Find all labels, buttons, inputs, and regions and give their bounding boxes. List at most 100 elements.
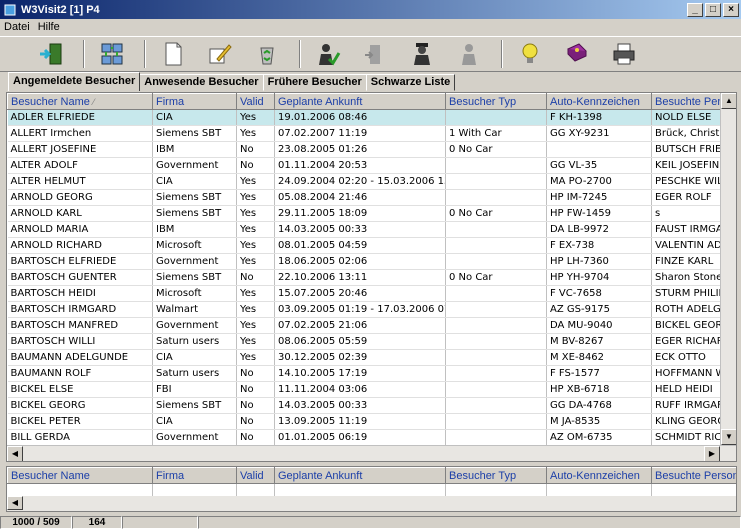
scroll-up-arrow-icon[interactable]: ▲ [721, 93, 736, 109]
status-fill-cell [198, 516, 741, 529]
table-cell: Yes [236, 173, 275, 190]
col-besucher-name[interactable]: Besucher Name ⁄ [7, 93, 153, 110]
table-cell: FBI [152, 381, 237, 398]
help-button[interactable] [509, 38, 550, 70]
table-cell: BICKEL GEORG [7, 397, 153, 414]
table-row[interactable]: BAUMANN ADELGUNDE CIA Yes 30.12.2005 02:39 M… [7, 349, 736, 366]
table-cell: No [236, 413, 275, 430]
table-cell: Yes [236, 333, 275, 350]
table-cell [445, 333, 547, 350]
col-firma[interactable]: Firma [152, 93, 237, 110]
table-row[interactable]: BAUMANN ROLF Saturn users No 14.10.2005 17:… [7, 365, 736, 382]
table-cell: BARTOSCH HEIDI [7, 285, 153, 302]
table-cell: Siemens SBT [152, 269, 237, 286]
table-row[interactable]: ALTER ADOLF Government No 01.11.2004 20:53 G… [7, 157, 736, 174]
detail-col-besuchte-person[interactable]: Besuchte Person [651, 467, 736, 484]
table-cell: Government [152, 157, 237, 174]
detail-col-valid[interactable]: Valid [236, 467, 275, 484]
menu-hilfe[interactable]: Hilfe [38, 21, 60, 33]
minimize-button[interactable]: _ [687, 2, 703, 17]
table-cell: GG XY-9231 [546, 125, 652, 142]
person-button[interactable] [401, 38, 442, 70]
table-row[interactable]: BICKEL GEORG Siemens SBT No 14.03.2005 00:3… [7, 397, 736, 414]
table-row[interactable]: ALLERT JOSEFINE IBM No 23.08.2005 01:26 0 No… [7, 141, 736, 158]
maximize-button[interactable]: □ [705, 2, 721, 17]
new-document-icon [165, 42, 181, 66]
table-cell: Siemens SBT [152, 397, 237, 414]
menu-bar: Datei Hilfe [0, 19, 741, 35]
table-cell: Siemens SBT [152, 189, 237, 206]
table-row[interactable]: BARTOSCH GUENTER Siemens SBT No 22.10.2006 … [7, 269, 736, 286]
table-row[interactable]: ARNOLD GEORG Siemens SBT Yes 05.08.2004 21:… [7, 189, 736, 206]
edit-button[interactable] [199, 38, 240, 70]
exit-button[interactable] [448, 38, 489, 70]
table-cell: BICKEL PETER [7, 413, 153, 430]
detail-col-firma[interactable]: Firma [152, 467, 237, 484]
table-row[interactable]: ARNOLD RICHARD Microsoft Yes 08.01.2005 04:… [7, 237, 736, 254]
close-button[interactable]: × [723, 2, 739, 17]
table-cell: 11.11.2004 03:06 [274, 381, 446, 398]
table-row[interactable]: ADLER ELFRIEDE CIA Yes 19.01.2006 08:46 F KH… [7, 109, 736, 126]
horizontal-scrollbar[interactable]: ◀ ▶ [7, 445, 736, 461]
table-cell: 1 With Car [445, 125, 547, 142]
table-row[interactable]: BARTOSCH WILLI Saturn users Yes 08.06.2005 … [7, 333, 736, 350]
table-row[interactable]: BARTOSCH HEIDI Microsoft Yes 15.07.2005 20:… [7, 285, 736, 302]
table-row[interactable]: ARNOLD KARL Siemens SBT Yes 29.11.2005 18:0… [7, 205, 736, 222]
tab-schwarze-liste[interactable]: Schwarze Liste [365, 74, 456, 91]
detail-col-auto-kennzeichen[interactable]: Auto-Kennzeichen [546, 467, 652, 484]
recycle-button[interactable] [246, 38, 287, 70]
book-button[interactable] [556, 38, 597, 70]
table-cell: 07.02.2007 11:19 [274, 125, 446, 142]
table-row[interactable]: ARNOLD MARIA IBM Yes 14.03.2005 00:33 DA LB-… [7, 221, 736, 238]
scroll-down-arrow-icon[interactable]: ▼ [721, 429, 736, 445]
print-button[interactable] [603, 38, 644, 70]
table-cell: Yes [236, 317, 275, 334]
scroll-right-arrow-icon[interactable]: ▶ [704, 446, 720, 461]
edit-icon [209, 44, 232, 64]
table-cell: Yes [236, 301, 275, 318]
table-row[interactable]: ALLERT Irmchen Siemens SBT Yes 07.02.2007 1… [7, 125, 736, 142]
table-cell: ALLERT JOSEFINE [7, 141, 153, 158]
checkout-button[interactable] [354, 38, 395, 70]
tab-anwesende-besucher[interactable]: Anwesende Besucher [139, 74, 264, 91]
detail-col-besucher-typ[interactable]: Besucher Typ [445, 467, 547, 484]
table-row[interactable]: BICKEL PETER CIA No 13.09.2005 11:19 M JA-85… [7, 413, 736, 430]
detail-col-besucher-name[interactable]: Besucher Name [7, 467, 153, 484]
table-row[interactable]: BARTOSCH MANFRED Government Yes 07.02.2005 … [7, 317, 736, 334]
table-cell: 01.01.2005 06:19 [274, 429, 446, 446]
visitor-check-button[interactable] [307, 38, 348, 70]
table-cell: Yes [236, 109, 275, 126]
table-cell: AZ GS-9175 [546, 301, 652, 318]
table-cell: HP FW-1459 [546, 205, 652, 222]
detail-col-geplante-ankunft[interactable]: Geplante Ankunft [274, 467, 446, 484]
new-document-button[interactable] [152, 38, 193, 70]
tab-fruehere-besucher[interactable]: Frühere Besucher [262, 74, 367, 91]
table-row[interactable]: ALTER HELMUT CIA Yes 24.09.2004 02:20 - 15.… [7, 173, 736, 190]
detail-scroll-left-arrow-icon[interactable]: ◀ [7, 496, 23, 510]
table-row[interactable]: BARTOSCH IRMGARD Walmart Yes 03.09.2005 01:… [7, 301, 736, 318]
table-row[interactable]: BILL GERDA Government No 01.01.2005 06:19 AZ… [7, 429, 736, 446]
col-geplante-ankunft[interactable]: Geplante Ankunft [274, 93, 446, 110]
scroll-left-arrow-icon[interactable]: ◀ [7, 446, 23, 461]
table-row[interactable]: BICKEL ELSE FBI No 11.11.2004 03:06 HP XB-67… [7, 381, 736, 398]
tab-angemeldete-besucher[interactable]: Angemeldete Besucher [8, 72, 141, 91]
network-button[interactable] [91, 38, 132, 70]
table-row[interactable]: BARTOSCH ELFRIEDE Government Yes 18.06.2005… [7, 253, 736, 270]
table-cell: 14.03.2005 00:33 [274, 221, 446, 238]
vertical-scrollbar[interactable]: ▲ ▼ [720, 93, 736, 445]
table-cell: BARTOSCH GUENTER [7, 269, 153, 286]
col-auto-kennzeichen[interactable]: Auto-Kennzeichen [546, 93, 652, 110]
exit-icon [461, 44, 476, 65]
table-cell [445, 173, 547, 190]
table-header-row: Besucher Name ⁄ Firma Valid Geplante Ank… [7, 93, 736, 110]
table-cell: Siemens SBT [152, 125, 237, 142]
table-cell: DA LB-9972 [546, 221, 652, 238]
table-cell [445, 237, 547, 254]
login-button[interactable] [30, 38, 71, 70]
col-valid[interactable]: Valid [236, 93, 275, 110]
table-cell: No [236, 429, 275, 446]
table-cell [445, 285, 547, 302]
col-besucher-typ[interactable]: Besucher Typ [445, 93, 547, 110]
detail-horizontal-scrollbar[interactable]: ◀ [6, 496, 737, 512]
menu-datei[interactable]: Datei [4, 21, 30, 33]
